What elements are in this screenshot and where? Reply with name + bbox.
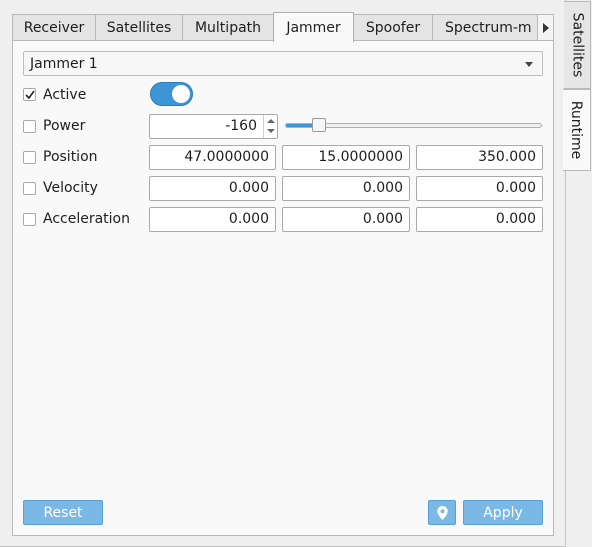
tab-label: Spectrum-m xyxy=(445,20,532,36)
tab-label: Receiver xyxy=(23,20,85,36)
position-checkbox[interactable] xyxy=(23,151,36,164)
side-tab-label: Runtime xyxy=(568,100,585,160)
chevron-down-icon xyxy=(525,62,533,67)
apply-button[interactable]: Apply xyxy=(463,500,543,525)
acceleration-z-field[interactable]: 0.000 xyxy=(416,207,543,232)
tab-label: Satellites xyxy=(106,20,172,36)
tab-label: Jammer xyxy=(286,19,341,36)
velocity-x-field[interactable]: 0.000 xyxy=(149,176,276,201)
spin-up-icon[interactable] xyxy=(267,119,275,123)
tab-label: Multipath xyxy=(194,20,262,36)
tab-jammer[interactable]: Jammer xyxy=(273,12,354,42)
tab-spectrum[interactable]: Spectrum-m xyxy=(432,14,538,41)
location-button[interactable] xyxy=(428,500,456,525)
velocity-y-value: 0.000 xyxy=(362,180,403,196)
tab-spoofer[interactable]: Spoofer xyxy=(353,14,433,41)
velocity-label: Velocity xyxy=(43,180,98,196)
power-label: Power xyxy=(43,118,86,134)
jammer-select-value: Jammer 1 xyxy=(30,55,98,72)
tab-satellites[interactable]: Satellites xyxy=(95,14,183,41)
position-y-field[interactable]: 15.0000000 xyxy=(282,145,410,170)
side-tab-satellites[interactable]: Satellites xyxy=(564,1,591,89)
tab-scroll-right-button[interactable] xyxy=(537,14,554,41)
checkmark-icon xyxy=(25,90,35,100)
side-tab-label: Satellites xyxy=(569,12,586,78)
apply-label: Apply xyxy=(483,504,523,521)
active-toggle[interactable] xyxy=(150,82,193,106)
position-label: Position xyxy=(43,149,98,165)
velocity-y-field[interactable]: 0.000 xyxy=(282,176,410,201)
acceleration-z-value: 0.000 xyxy=(495,211,536,227)
tab-label: Spoofer xyxy=(365,20,421,36)
reset-button[interactable]: Reset xyxy=(23,500,103,525)
acceleration-y-value: 0.000 xyxy=(362,211,403,227)
chevron-right-icon xyxy=(542,22,549,33)
position-x-value: 47.0000000 xyxy=(184,149,269,165)
velocity-z-value: 0.000 xyxy=(495,180,536,196)
acceleration-x-field[interactable]: 0.000 xyxy=(149,207,276,232)
reset-label: Reset xyxy=(43,504,83,521)
toggle-knob xyxy=(172,85,190,103)
velocity-x-value: 0.000 xyxy=(228,180,269,196)
acceleration-label: Acceleration xyxy=(43,211,130,227)
map-pin-icon xyxy=(436,505,448,520)
position-y-value: 15.0000000 xyxy=(318,149,403,165)
active-checkbox[interactable] xyxy=(23,88,36,101)
acceleration-checkbox[interactable] xyxy=(23,213,36,226)
position-z-field[interactable]: 350.000 xyxy=(416,145,543,170)
jammer-select[interactable]: Jammer 1 xyxy=(23,51,543,76)
power-spinbox[interactable]: -160 xyxy=(149,114,278,139)
acceleration-x-value: 0.000 xyxy=(228,211,269,227)
tab-receiver[interactable]: Receiver xyxy=(12,14,96,41)
spin-down-icon[interactable] xyxy=(267,129,275,133)
power-slider-handle[interactable] xyxy=(311,118,326,132)
active-label: Active xyxy=(43,87,87,103)
tab-multipath[interactable]: Multipath xyxy=(182,14,274,41)
power-value: -160 xyxy=(225,118,257,134)
velocity-z-field[interactable]: 0.000 xyxy=(416,176,543,201)
velocity-checkbox[interactable] xyxy=(23,182,36,195)
position-z-value: 350.000 xyxy=(478,149,536,165)
power-spin-buttons[interactable] xyxy=(263,115,277,138)
jammer-panel xyxy=(12,40,554,536)
side-tab-runtime[interactable]: Runtime xyxy=(563,89,591,171)
acceleration-y-field[interactable]: 0.000 xyxy=(282,207,410,232)
position-x-field[interactable]: 47.0000000 xyxy=(149,145,276,170)
power-checkbox[interactable] xyxy=(23,120,36,133)
